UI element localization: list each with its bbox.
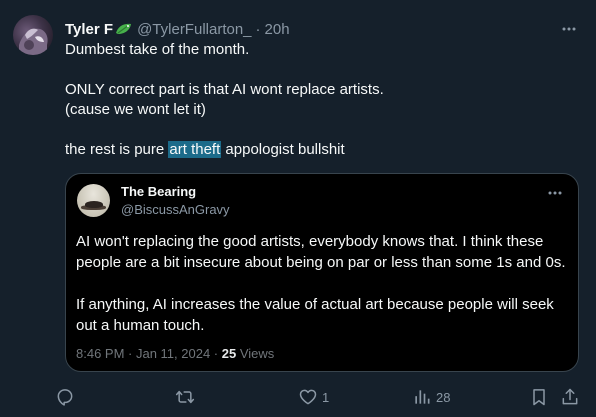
quoted-views-label: Views — [239, 346, 275, 361]
bookmark-icon — [529, 387, 549, 407]
heart-icon — [298, 387, 318, 407]
tweet-line: ONLY correct part is that AI wont replac… — [65, 81, 384, 98]
reply-icon — [55, 387, 75, 407]
more-icon[interactable] — [560, 20, 578, 38]
author-name[interactable]: Tyler F — [65, 21, 113, 38]
author-handle[interactable]: @TylerFullarton_ — [137, 21, 251, 38]
tweet-text-part: appologist bullshit — [225, 141, 345, 158]
tweet-text-part: the rest is pure — [65, 141, 165, 158]
quoted-tweet[interactable]: The Bearing @BiscussAnGravy AI won't rep… — [65, 173, 579, 372]
quoted-author-handle[interactable]: @BiscussAnGravy — [121, 202, 230, 217]
like-count: 1 — [322, 389, 330, 405]
share-icon — [560, 387, 580, 407]
highlighted-text: art theft — [168, 141, 222, 158]
tweet-line: Dumbest take of the month. — [65, 41, 250, 58]
leaf-badge-icon — [115, 21, 133, 37]
tweet-line: the rest is pure art theft appologist bu… — [65, 140, 575, 160]
views-icon — [412, 387, 432, 407]
bookmark-button[interactable] — [529, 386, 549, 408]
tweet-text: Dumbest take of the month. ONLY correct … — [65, 40, 575, 160]
tweet-header: Tyler F @TylerFullarton_ · 20h — [65, 19, 290, 39]
quoted-paragraph: If anything, AI increases the value of a… — [76, 296, 554, 334]
tweet-line: (cause we wont let it) — [65, 101, 206, 118]
quoted-timestamp[interactable]: 8:46 PM · Jan 11, 2024 · — [76, 346, 218, 361]
retweet-button[interactable] — [175, 386, 199, 408]
quoted-meta: 8:46 PM · Jan 11, 2024 · 25 Views — [76, 346, 274, 361]
quoted-views-count: 25 — [221, 346, 237, 361]
quoted-text: AI won't replacing the good artists, eve… — [76, 231, 568, 336]
like-button[interactable]: 1 — [298, 386, 329, 408]
quoted-paragraph: AI won't replacing the good artists, eve… — [76, 233, 566, 271]
retweet-icon — [175, 387, 195, 407]
tweet-time[interactable]: 20h — [265, 21, 290, 38]
action-bar: 1 28 — [55, 386, 585, 408]
views-count: 28 — [436, 389, 451, 405]
quoted-author-avatar[interactable] — [77, 184, 110, 217]
share-button[interactable] — [560, 386, 580, 408]
reply-button[interactable] — [55, 386, 79, 408]
quoted-author-name[interactable]: The Bearing — [121, 184, 196, 199]
tweet[interactable]: Tyler F @TylerFullarton_ · 20h Dumbest t… — [0, 0, 596, 417]
views-button[interactable]: 28 — [412, 386, 450, 408]
author-avatar[interactable] — [13, 15, 53, 55]
quoted-more-icon[interactable] — [546, 184, 564, 202]
separator-dot: · — [255, 20, 261, 38]
